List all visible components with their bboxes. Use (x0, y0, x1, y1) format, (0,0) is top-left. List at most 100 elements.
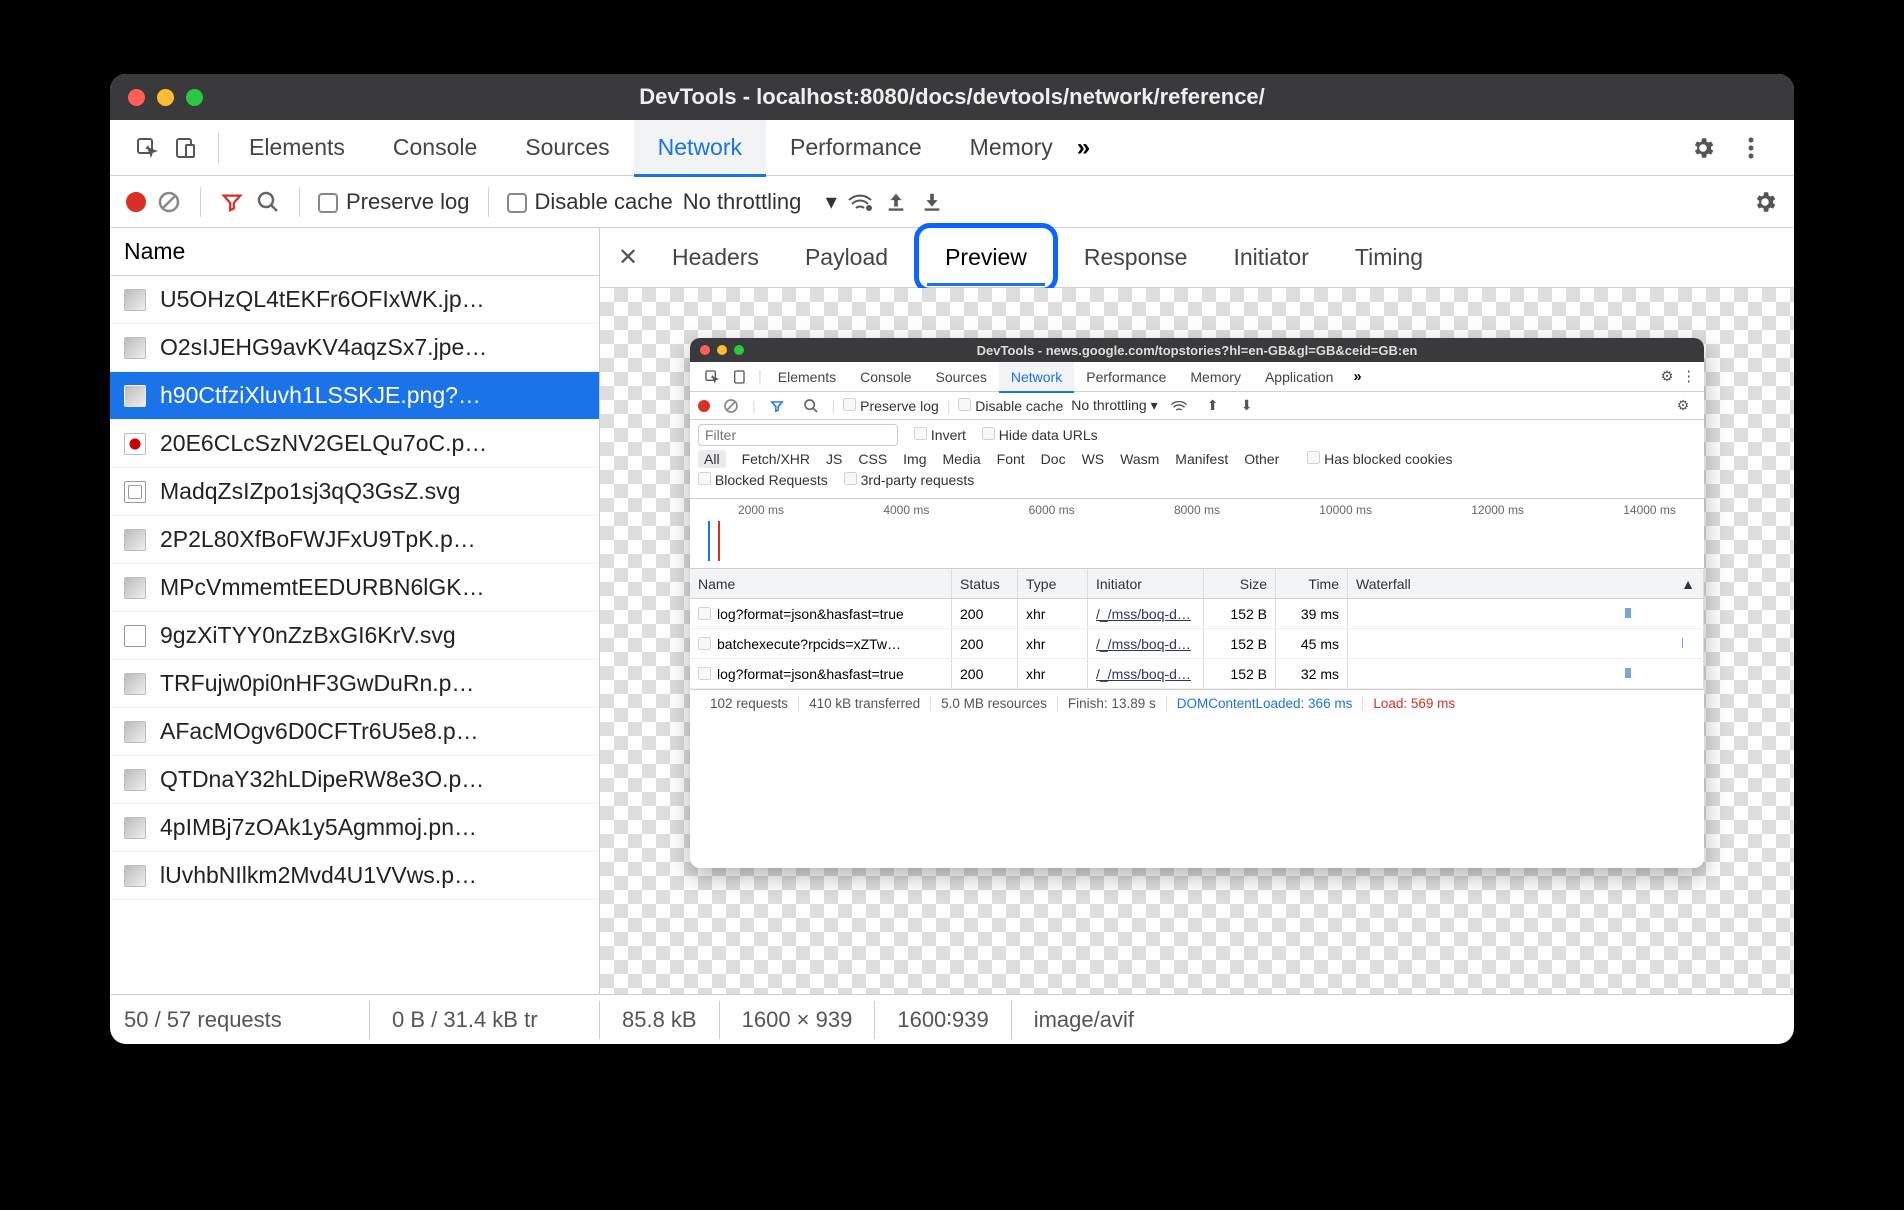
request-file-name: AFacMOgv6D0CFTr6U5e8.p… (160, 718, 479, 745)
file-icon (124, 577, 146, 599)
preview-panel: DevTools - news.google.com/topstories?hl… (600, 288, 1794, 994)
request-list-item[interactable]: TRFujw0pi0nHF3GwDuRn.p… (110, 660, 599, 708)
request-list-item[interactable]: O2sIJEHG9avKV4aqzSx7.jpe… (110, 324, 599, 372)
inner-th-status: Status (952, 569, 1018, 598)
requests-sidebar: Name U5OHzQL4tEKFr6OFIxWK.jp… O2sIJEHG9av… (110, 228, 600, 994)
request-list-item[interactable]: lUvhbNIlkm2Mvd4U1VVws.p… (110, 852, 599, 900)
inner-disable-cache: Disable cache (958, 398, 1063, 414)
more-tabs-button[interactable]: » (1077, 134, 1090, 162)
inner-type-js: JS (826, 451, 842, 467)
request-file-name: O2sIJEHG9avKV4aqzSx7.jpe… (160, 334, 487, 361)
inner-summary-dcl: DOMContentLoaded: 366 ms (1167, 696, 1364, 711)
request-list-item[interactable]: 20E6CLcSzNV2GELQu7oC.p… (110, 420, 599, 468)
tab-console[interactable]: Console (369, 120, 501, 176)
inner-table-row: log?format=json&hasfast=true200xhr/_/mss… (690, 659, 1704, 689)
inner-toolbar: | | Preserve log | Disable cache No thro… (690, 392, 1704, 420)
preserve-log-checkbox[interactable]: Preserve log (318, 189, 470, 215)
inner-type-ws: WS (1082, 451, 1105, 467)
inner-settings-icon: ⚙ (1670, 393, 1696, 419)
clear-icon[interactable] (156, 189, 182, 215)
request-file-name: MPcVmmemtEEDURBN6lGK… (160, 574, 485, 601)
request-list-item[interactable]: AFacMOgv6D0CFTr6U5e8.p… (110, 708, 599, 756)
filter-icon[interactable] (219, 189, 245, 215)
inner-tab-memory: Memory (1178, 362, 1253, 392)
inner-tab-network: Network (999, 362, 1074, 392)
request-list-item[interactable]: 9gzXiTYY0nZzBxGI6KrV.svg (110, 612, 599, 660)
kebab-menu-icon[interactable] (1738, 135, 1764, 161)
close-window-button[interactable] (128, 89, 145, 106)
network-conditions-icon[interactable] (847, 189, 873, 215)
inner-type-all: All (698, 450, 726, 468)
export-icon[interactable] (919, 189, 945, 215)
file-icon (124, 721, 146, 743)
status-bar: 50 / 57 requests 0 B / 31.4 kB tr 85.8 k… (110, 994, 1794, 1044)
record-button[interactable] (126, 192, 146, 212)
inner-record-button (698, 400, 710, 412)
inner-tab-console: Console (848, 362, 923, 392)
request-file-name: h90CtfziXluvh1LSSKJE.png?… (160, 382, 481, 409)
inner-type-media: Media (943, 451, 981, 467)
inner-preserve-log: Preserve log (843, 398, 938, 414)
inner-th-name: Name (690, 569, 952, 598)
inner-type-font: Font (997, 451, 1025, 467)
file-icon (124, 433, 146, 455)
inner-th-type: Type (1018, 569, 1088, 598)
inner-th-time: Time (1276, 569, 1348, 598)
tab-performance[interactable]: Performance (766, 120, 946, 176)
tab-elements[interactable]: Elements (225, 120, 369, 176)
file-icon (124, 529, 146, 551)
request-list: U5OHzQL4tEKFr6OFIxWK.jp… O2sIJEHG9avKV4aq… (110, 276, 599, 994)
sidebar-header-name[interactable]: Name (110, 228, 599, 276)
import-icon[interactable] (883, 189, 909, 215)
zoom-window-button[interactable] (186, 89, 203, 106)
inner-tab-application: Application (1253, 362, 1346, 392)
inner-th-initiator: Initiator (1088, 569, 1204, 598)
inner-filter-input (698, 424, 898, 446)
inner-type-css: CSS (858, 451, 887, 467)
request-list-item[interactable]: MPcVmmemtEEDURBN6lGK… (110, 564, 599, 612)
inner-search-icon (798, 393, 824, 419)
network-settings-icon[interactable] (1752, 189, 1778, 215)
tab-memory[interactable]: Memory (946, 120, 1077, 176)
request-file-name: 20E6CLcSzNV2GELQu7oC.p… (160, 430, 487, 457)
disable-cache-label: Disable cache (535, 189, 673, 214)
detail-tab-headers[interactable]: Headers (652, 228, 779, 288)
request-list-item[interactable]: U5OHzQL4tEKFr6OFIxWK.jp… (110, 276, 599, 324)
detail-tab-response[interactable]: Response (1064, 228, 1208, 288)
detail-tab-timing[interactable]: Timing (1335, 228, 1443, 288)
inner-table: Name Status Type Initiator Size Time Wat… (690, 569, 1704, 689)
file-icon (124, 289, 146, 311)
request-list-item[interactable]: h90CtfziXluvh1LSSKJE.png?… (110, 372, 599, 420)
close-detail-button[interactable]: ✕ (610, 243, 646, 272)
search-icon[interactable] (255, 189, 281, 215)
inner-th-waterfall: Waterfall▲ (1348, 569, 1704, 598)
detail-tab-payload[interactable]: Payload (785, 228, 908, 288)
inner-window-title: DevTools - news.google.com/topstories?hl… (690, 343, 1704, 358)
file-icon (124, 673, 146, 695)
inner-summary-bar: 102 requests 410 kB transferred 5.0 MB r… (690, 689, 1704, 717)
request-file-name: TRFujw0pi0nHF3GwDuRn.p… (160, 670, 474, 697)
file-icon (124, 865, 146, 887)
request-file-name: lUvhbNIlkm2Mvd4U1VVws.p… (160, 862, 477, 889)
disable-cache-checkbox[interactable]: Disable cache (507, 189, 673, 215)
detail-tab-initiator[interactable]: Initiator (1213, 228, 1328, 288)
status-mime: image/avif (1012, 1001, 1156, 1039)
inspect-element-icon[interactable] (134, 135, 160, 161)
request-list-item[interactable]: QTDnaY32hLDipeRW8e3O.p… (110, 756, 599, 804)
minimize-window-button[interactable] (157, 89, 174, 106)
inner-filters: Invert Hide data URLs AllFetch/XHRJSCSSI… (690, 420, 1704, 499)
settings-icon[interactable] (1690, 135, 1716, 161)
tab-sources[interactable]: Sources (501, 120, 633, 176)
status-transferred: 0 B / 31.4 kB tr (370, 1001, 600, 1039)
request-list-item[interactable]: 4pIMBj7zOAk1y5Agmmoj.pn… (110, 804, 599, 852)
request-list-item[interactable]: 2P2L80XfBoFWJFxU9TpK.p… (110, 516, 599, 564)
window-title: DevTools - localhost:8080/docs/devtools/… (110, 84, 1794, 110)
detail-tab-preview[interactable]: Preview (925, 228, 1047, 288)
tab-network[interactable]: Network (634, 120, 766, 176)
request-list-item[interactable]: MadqZsIZpo1sj3qQ3GsZ.svg (110, 468, 599, 516)
device-toolbar-icon[interactable] (172, 135, 198, 161)
inner-upload-icon: ⬆ (1200, 393, 1226, 419)
titlebar: DevTools - localhost:8080/docs/devtools/… (110, 74, 1794, 120)
inner-table-row: batchexecute?rpcids=xZTw…200xhr/_/mss/bo… (690, 629, 1704, 659)
throttling-select[interactable]: No throttling ▾ (683, 189, 837, 215)
